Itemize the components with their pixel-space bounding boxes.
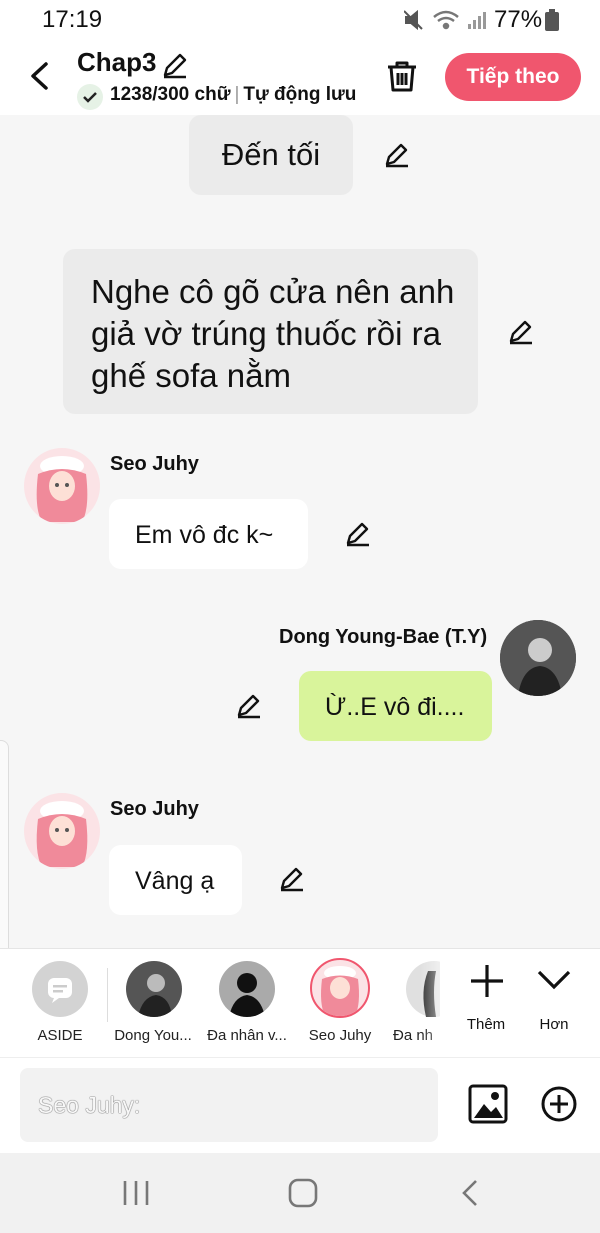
speaker-name: Dong Young-Bae (T.Y) [279,626,488,648]
edit-title-pencil-icon[interactable] [160,50,190,80]
character-silhouette[interactable] [219,961,275,1017]
nav-back-icon[interactable] [459,1178,481,1208]
plus-icon[interactable] [468,962,506,1000]
message-bubble[interactable]: Em vô đc k~ [109,499,308,569]
aside-icon [48,978,72,1003]
character-label: Seo Juhy [308,1027,372,1044]
word-count: 1238/300 chữ [110,84,231,105]
avatar-seo [321,966,359,1016]
recent-apps-icon[interactable] [121,1179,151,1207]
word-count-line: 1238/300 chữ | Tự động lưu [110,84,357,105]
add-circle-icon[interactable] [540,1085,578,1123]
edit-pencil-icon[interactable] [382,140,412,170]
narration-bubble[interactable]: Nghe cô gõ cửa nên anh giả vờ trúng thuố… [63,249,478,414]
character-label: ASIDE [37,1027,83,1044]
wifi-icon [433,10,459,30]
edit-pencil-icon[interactable] [234,691,264,721]
mute-icon [404,9,423,31]
message-bubble[interactable]: Ừ..E vô đi.... [299,671,492,741]
edit-pencil-icon[interactable] [277,864,307,894]
status-time: 17:19 [42,6,103,33]
avatar-dong [138,974,172,1017]
message-bubble[interactable]: Vâng ạ [109,845,242,915]
autosave-label: Tự động lưu [243,84,357,105]
home-icon[interactable] [287,1178,319,1208]
message-text: Ừ..E vô đi.... [325,693,465,721]
saved-check-icon [77,84,103,110]
avatar-dong-young-bae[interactable] [500,620,576,696]
avatar-silhouette [229,973,265,1017]
character-aside[interactable] [32,961,88,1017]
avatar-seo-juhy[interactable] [24,448,100,524]
narration-text: Đến tối [221,137,321,172]
image-icon[interactable] [468,1084,508,1124]
next-button[interactable]: Tiếp theo [445,53,581,101]
trash-icon[interactable] [384,58,420,94]
character-label: Đa nhân v... [207,1027,287,1044]
chapter-title[interactable]: Chap3 [77,47,156,78]
edit-pencil-icon[interactable] [343,519,373,549]
battery-icon [545,9,559,31]
divider [107,968,108,1022]
avatar-seo-juhy[interactable] [24,793,100,869]
narration-bubble[interactable]: Đến tối [189,115,353,195]
back-arrow-icon[interactable] [26,56,56,96]
message-text: Em vô đc k~ [135,521,274,549]
character-seo-juhy-selected[interactable] [310,958,370,1018]
speaker-name: Seo Juhy [110,453,199,475]
message-input[interactable] [20,1068,438,1142]
character-label: Dong You... [114,1027,192,1044]
narration-text: Nghe cô gõ cửa nên anh giả vờ trúng thuố… [91,273,455,394]
fade-overlay [420,955,460,1050]
less-label[interactable]: Hơn [518,1016,590,1033]
message-text: Vâng ạ [135,867,215,895]
edit-pencil-icon[interactable] [506,317,536,347]
signal-icon [468,12,486,29]
drawer-handle[interactable] [0,740,9,972]
status-icons [404,9,486,31]
speaker-name: Seo Juhy [110,798,199,820]
chevron-down-icon[interactable] [536,966,572,994]
battery-percent: 77% [494,6,543,33]
character-dong[interactable] [126,961,182,1017]
more-label[interactable]: Thêm [450,1016,522,1033]
